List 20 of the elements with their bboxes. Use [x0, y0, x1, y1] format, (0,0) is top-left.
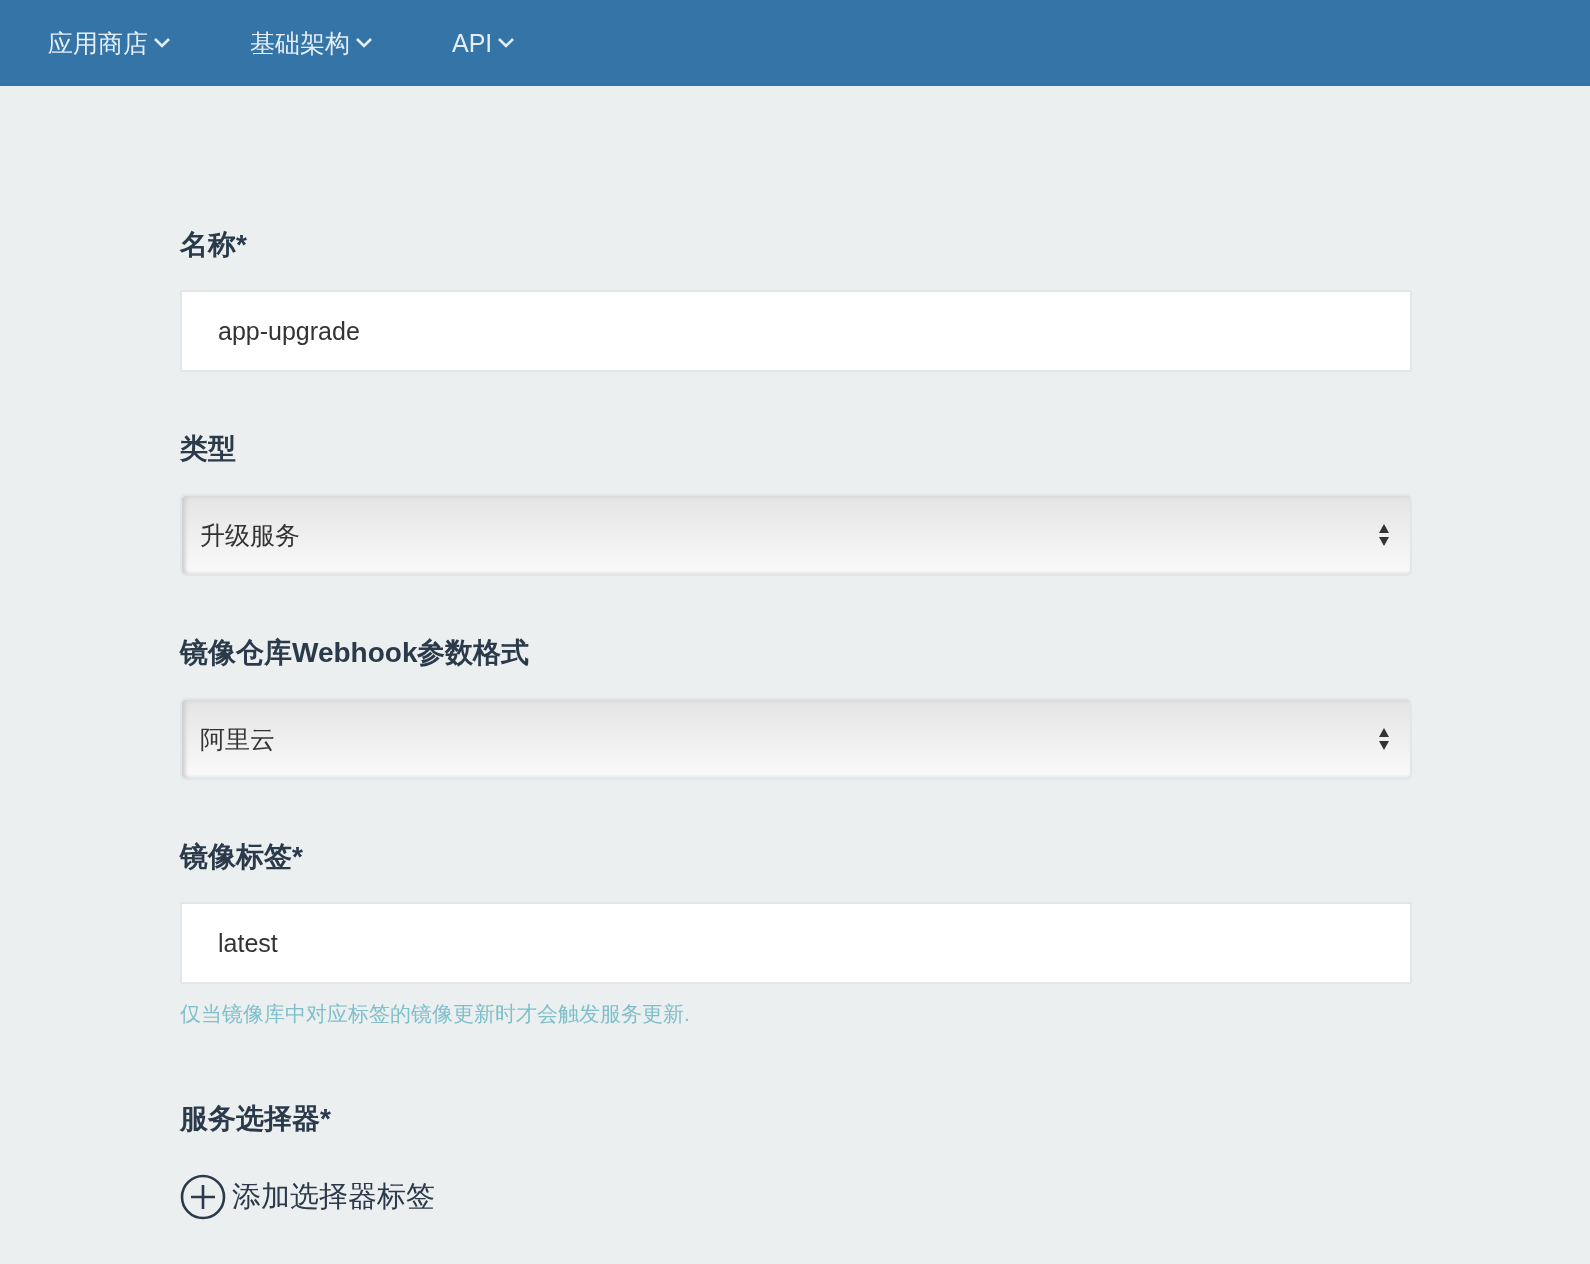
field-label: 镜像仓库Webhook参数格式: [180, 636, 531, 670]
help-text: 仅当镜像库中对应标签的镜像更新时才会触发服务更新.: [180, 1001, 691, 1027]
sort-arrows-icon: [1378, 523, 1390, 547]
select-dropdown[interactable]: 升级服务: [180, 494, 1412, 576]
add-selector-link[interactable]: 添加选择器标签: [180, 1174, 435, 1220]
chevron-down-icon: [496, 36, 517, 50]
field-label: 服务选择器*: [180, 1102, 332, 1136]
nav-menu-item[interactable]: API: [452, 28, 517, 58]
field-label: 类型: [180, 432, 237, 466]
field-label: 镜像标签*: [180, 840, 304, 874]
text-input-field[interactable]: latest: [180, 902, 1412, 984]
nav-menu-item[interactable]: 应用商店: [48, 26, 172, 60]
nav-menu-item[interactable]: 基础架构: [250, 26, 374, 60]
text-input-field[interactable]: app-upgrade: [180, 290, 1412, 372]
select-dropdown[interactable]: 阿里云: [180, 698, 1412, 780]
chevron-down-icon: [354, 36, 374, 50]
plus-circle-icon: [180, 1174, 226, 1220]
chevron-down-icon: [152, 36, 172, 50]
field-label: 名称*: [180, 228, 248, 262]
sort-arrows-icon: [1378, 727, 1390, 751]
